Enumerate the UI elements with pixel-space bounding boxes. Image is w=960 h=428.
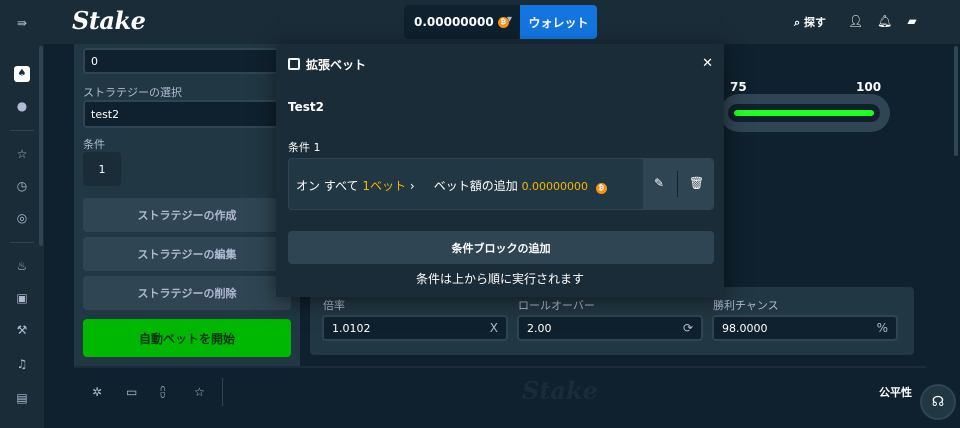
- modal-header: 拡張ベット ✕: [276, 44, 724, 84]
- condition-label: 条件: [83, 138, 105, 151]
- originals-icon[interactable]: ⚒: [14, 322, 30, 338]
- page-scrollbar[interactable]: [954, 46, 958, 156]
- start-autobet-button[interactable]: 自動ベットを開始: [83, 319, 291, 357]
- condition-every: すべて: [323, 179, 359, 193]
- condition-arrow: ›: [409, 179, 415, 193]
- tick-label: 100: [856, 80, 882, 94]
- modal-title: 拡張ベット: [306, 57, 367, 72]
- condition-heading: 条件 1: [288, 141, 321, 154]
- calculator-icon: [288, 58, 300, 70]
- recent-icon[interactable]: ◷: [14, 178, 30, 194]
- search-icon: ⌕: [794, 16, 804, 29]
- fairness-link[interactable]: 公平性: [879, 384, 912, 400]
- rail-scrollbar[interactable]: [39, 46, 43, 246]
- multiplier-value: 1.0102: [332, 321, 371, 335]
- slider-inner: [728, 104, 880, 122]
- challenges-icon[interactable]: ◎: [14, 210, 30, 226]
- casino-icon[interactable]: ♠: [14, 66, 30, 82]
- delete-strategy-button[interactable]: ストラテジーの削除: [83, 276, 291, 310]
- gift-icon[interactable]: ▤: [14, 390, 30, 406]
- multiplier-input[interactable]: 1.0102 X: [322, 315, 508, 341]
- balance-value: 0.00000000: [414, 15, 494, 29]
- dice-slider[interactable]: [720, 94, 890, 132]
- condition-count: 1ベット: [362, 179, 406, 193]
- multiplier-x-icon: X: [489, 321, 498, 335]
- rollover-input[interactable]: 2.00 ⟳: [517, 315, 703, 341]
- chevron-down-icon: ▾: [506, 14, 512, 25]
- trash-icon[interactable]: 🗑︎: [689, 176, 704, 190]
- expand-icon[interactable]: ⇛: [14, 15, 30, 31]
- strategy-value: test2: [91, 107, 120, 121]
- settings-icon[interactable]: ✲: [92, 385, 102, 399]
- strategy-name: Test2: [288, 100, 324, 114]
- condition-actions: ✎ 🗑︎: [643, 159, 713, 209]
- strategy-label: ストラテジーの選択: [83, 86, 182, 99]
- action-divider: [677, 171, 678, 197]
- condition-count: 1: [83, 152, 121, 186]
- strategy-select[interactable]: test2: [83, 100, 291, 128]
- left-rail: ⇛ ♠ ● ☆ ◷ ◎ ♨ ▣ ⚒ ♫ ▤: [0, 0, 44, 428]
- slider-win-range: [734, 110, 874, 116]
- favorites-icon[interactable]: ☆: [14, 146, 30, 162]
- sports-icon[interactable]: ●: [14, 98, 30, 114]
- add-condition-block-button[interactable]: 条件ブロックの追加: [288, 231, 714, 264]
- close-icon[interactable]: ✕: [702, 56, 713, 71]
- rail-divider: [10, 130, 34, 131]
- create-strategy-button[interactable]: ストラテジーの作成: [83, 198, 291, 232]
- edit-pencil-icon[interactable]: ✎: [654, 176, 664, 190]
- condition-summary: オン すべて 1ベット › ベット額の追加 0.00000000 ₿: [296, 177, 607, 194]
- bitcoin-icon: ₿: [595, 183, 607, 194]
- rollover-value: 2.00: [527, 321, 552, 335]
- logo[interactable]: Stake: [72, 6, 146, 35]
- footer-divider: [222, 378, 223, 406]
- rail-divider: [10, 242, 34, 243]
- live-support-icon[interactable]: ♫: [14, 356, 30, 372]
- balance-selector[interactable]: 0.00000000 ₿ ▾: [404, 5, 520, 39]
- percent-icon: %: [876, 321, 888, 335]
- rollover-label: ロールオーバー: [518, 299, 595, 312]
- refresh-icon[interactable]: ⟳: [683, 321, 693, 335]
- stats-icon[interactable]: ⩉: [160, 385, 165, 400]
- game-footer: ✲ ▭ ⩉ ☆ Stake 公平性: [74, 366, 926, 414]
- headset-icon[interactable]: ☊: [920, 384, 956, 420]
- favorite-star-icon[interactable]: ☆: [194, 385, 205, 399]
- footer-logo: Stake: [522, 376, 598, 405]
- advanced-bet-modal: 拡張ベット ✕ Test2 条件 1 オン すべて 1ベット › ベット額の追加…: [276, 44, 724, 297]
- win-chance-label: 勝利チャンス: [713, 299, 779, 312]
- amount-value: 0: [91, 54, 98, 68]
- win-chance-input[interactable]: 98.0000 %: [712, 315, 898, 341]
- condition-on: オン: [296, 179, 321, 193]
- condition-action: ベット額の追加: [433, 179, 518, 193]
- search-label: 探す: [804, 16, 826, 29]
- wallet-button[interactable]: ウォレット: [520, 5, 597, 39]
- game-sidebar: 0 ストラテジーの選択 test2 条件 1 ストラテジーの作成 ストラテジーの…: [74, 44, 300, 366]
- search-button[interactable]: ⌕ 探す: [794, 14, 826, 30]
- chat-icon[interactable]: ▰: [905, 14, 919, 28]
- multiplier-label: 倍率: [323, 299, 345, 312]
- bet-stats: 倍率 1.0102 X ロールオーバー 2.00 ⟳ 勝利チャンス 98.000…: [310, 287, 914, 355]
- condition-row[interactable]: オン すべて 1ベット › ベット額の追加 0.00000000 ₿ ✎ 🗑︎: [288, 158, 714, 210]
- tick-label: 75: [730, 80, 747, 94]
- bell-icon[interactable]: 🔔︎: [877, 14, 892, 28]
- hot-icon[interactable]: ♨: [14, 258, 30, 274]
- condition-amount: 0.00000000: [521, 180, 589, 193]
- execution-note: 条件は上から順に実行されます: [415, 272, 584, 286]
- bookmark-icon[interactable]: ▣: [14, 290, 30, 306]
- edit-strategy-button[interactable]: ストラテジーの編集: [83, 237, 291, 271]
- top-bar: Stake 0.00000000 ₿ ▾ ウォレット ⌕ 探す 👤︎ 🔔︎ ▰: [44, 0, 960, 44]
- amount-input[interactable]: 0: [83, 48, 291, 74]
- theatre-mode-icon[interactable]: ▭: [126, 385, 137, 399]
- win-chance-value: 98.0000: [722, 321, 768, 335]
- user-icon[interactable]: 👤︎: [848, 14, 863, 28]
